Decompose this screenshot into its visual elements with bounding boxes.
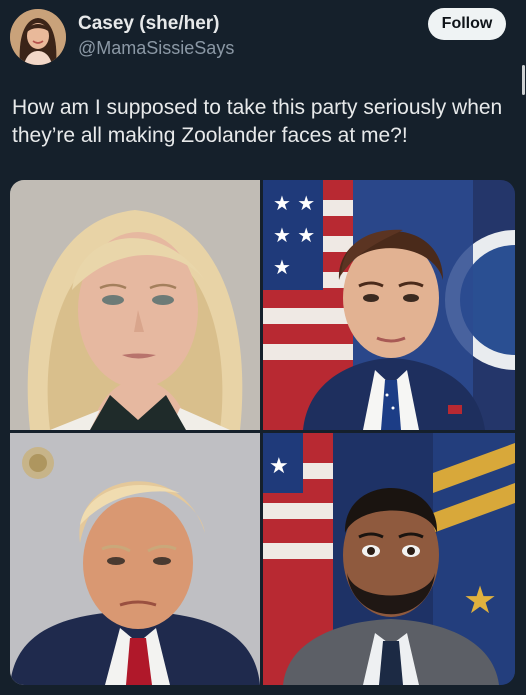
portrait-photo-icon: ★ ★ ★ ★ ★ [263,180,515,430]
avatar-image [10,9,66,65]
svg-text:★: ★ [269,454,289,479]
media-grid[interactable]: ★ ★ ★ ★ ★ ★ ★ [10,180,515,685]
author-handle[interactable]: @MamaSissieSays [78,37,234,59]
mugshot-photo-icon [10,433,260,685]
tweet-card: Casey (she/her) @MamaSissieSays Follow H… [0,0,526,695]
tweet-text: How am I supposed to take this party ser… [12,96,503,147]
follow-button[interactable]: Follow [428,8,506,40]
svg-text:★ ★: ★ ★ [273,223,315,247]
media-image-3[interactable] [10,433,260,685]
media-image-2[interactable]: ★ ★ ★ ★ ★ [263,180,515,430]
svg-text:★: ★ [273,255,291,279]
avatar[interactable] [10,9,66,65]
svg-text:★: ★ [463,578,497,622]
media-image-1[interactable] [10,180,260,430]
author-info: Casey (she/her) @MamaSissieSays [78,12,234,59]
portrait-photo-icon [10,180,260,430]
media-image-4[interactable]: ★ ★ [263,433,515,685]
svg-text:★ ★: ★ ★ [273,191,315,215]
author-display-name[interactable]: Casey (she/her) [78,12,234,36]
scrollbar[interactable] [522,65,525,95]
portrait-photo-icon: ★ ★ [263,433,515,685]
